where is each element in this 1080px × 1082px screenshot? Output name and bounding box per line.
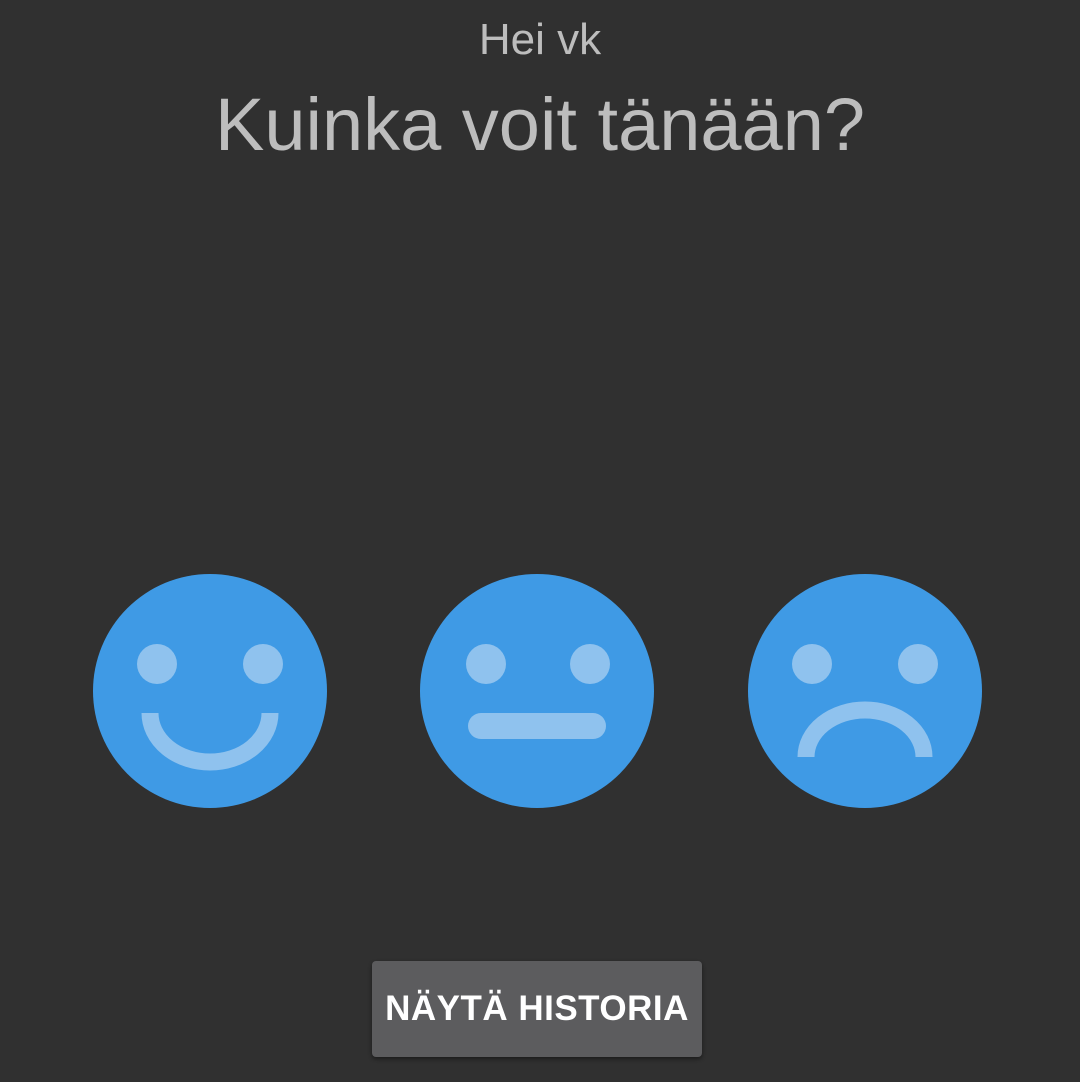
happy-face-icon <box>137 644 283 771</box>
show-history-button[interactable]: NÄYTÄ HISTORIA <box>372 961 702 1057</box>
happy-mood-button[interactable] <box>93 574 327 808</box>
mood-question: Kuinka voit tänään? <box>214 83 866 166</box>
greeting-text: Hei vk <box>478 15 602 64</box>
sad-face-icon <box>792 644 938 758</box>
neutral-face-icon <box>466 644 610 739</box>
sad-mood-button[interactable] <box>748 574 982 808</box>
neutral-mood-button[interactable] <box>420 574 654 808</box>
